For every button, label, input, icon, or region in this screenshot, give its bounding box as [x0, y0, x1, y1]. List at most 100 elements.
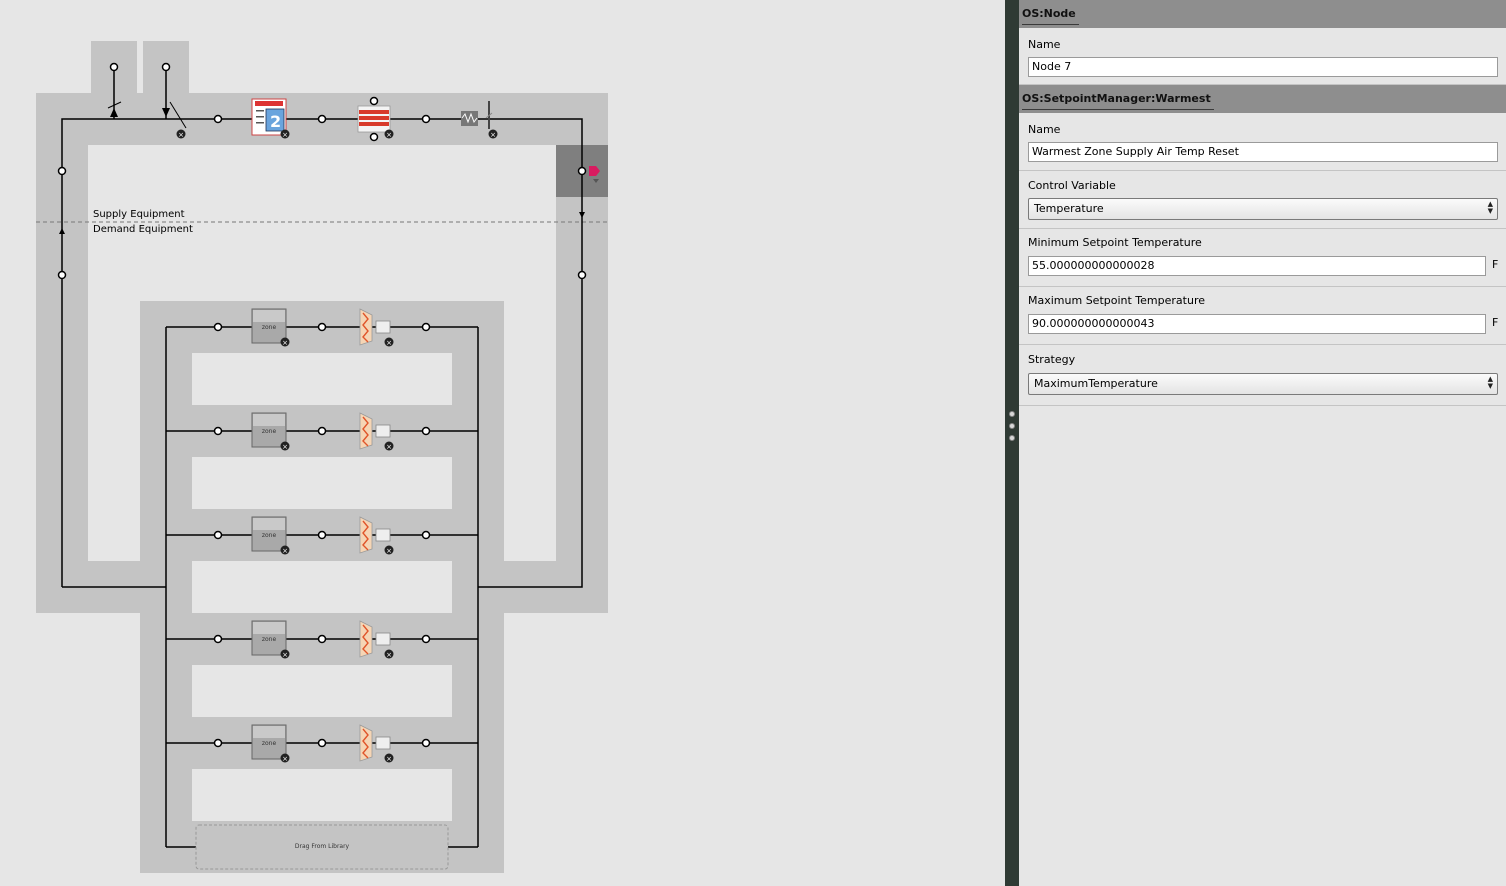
remove-glyph: × [282, 547, 288, 555]
control-variable-label: Control Variable [1028, 179, 1116, 192]
max-setpoint-unit: F [1492, 316, 1499, 329]
coil-water-node[interactable] [369, 132, 379, 142]
branch-node[interactable] [317, 738, 327, 748]
spm-name-input[interactable]: Warmest Zone Supply Air Temp Reset [1028, 142, 1498, 162]
max-setpoint-label: Maximum Setpoint Temperature [1028, 294, 1205, 307]
supply-equipment-label: Supply Equipment [93, 209, 185, 220]
min-setpoint-field: Minimum Setpoint Temperature 55.00000000… [1019, 229, 1506, 287]
branch-node[interactable] [421, 322, 431, 332]
zone-label: zone [262, 428, 277, 435]
branch-node[interactable] [317, 426, 327, 436]
outdoor-air-system-icon[interactable]: 2 [251, 98, 287, 136]
branch-node[interactable] [213, 738, 223, 748]
splitter-grip-icon[interactable] [1009, 423, 1015, 429]
strategy-label: Strategy [1028, 353, 1076, 366]
splitter-grip-icon[interactable] [1009, 411, 1015, 417]
demand-equipment-label: Demand Equipment [93, 224, 193, 235]
thermal-zone-icon[interactable]: zone [251, 620, 287, 656]
svg-text:×: × [386, 131, 392, 139]
branch-node[interactable] [213, 426, 223, 436]
control-variable-value: Temperature [1034, 202, 1104, 215]
svg-text:2: 2 [270, 112, 281, 131]
branch-slot [192, 457, 452, 509]
branch-node[interactable] [421, 426, 431, 436]
zone-label: zone [262, 324, 277, 331]
demand-node[interactable] [577, 270, 587, 280]
control-variable-field: Control Variable Temperature ▲ ▼ [1019, 171, 1506, 229]
inspector-panel: OS:Node Name Node 7 OS:SetpointManager:W… [1019, 0, 1506, 886]
zone-highlight [253, 726, 285, 738]
node-name-input[interactable]: Node 7 [1028, 57, 1498, 77]
terminal-box [375, 632, 391, 646]
max-setpoint-field: Maximum Setpoint Temperature 90.00000000… [1019, 287, 1506, 345]
zone-highlight [253, 622, 285, 634]
node-7[interactable] [577, 166, 587, 176]
strategy-select[interactable]: MaximumTemperature ▲ ▼ [1028, 373, 1498, 395]
terminal-box [375, 736, 391, 750]
strategy-field: Strategy MaximumTemperature ▲ ▼ [1019, 345, 1506, 406]
air-loop-diagram: 2 × × × × zone × × zone × × zone × × zone × × zone [36, 41, 608, 873]
branch-slot [192, 665, 452, 717]
drag-from-library-label: Drag From Library [294, 843, 350, 850]
remove-glyph: × [386, 755, 392, 763]
branch-slot [192, 353, 452, 405]
branch-node[interactable] [421, 738, 431, 748]
branch-node[interactable] [421, 530, 431, 540]
branch-node[interactable] [317, 322, 327, 332]
branch-node[interactable] [421, 634, 431, 644]
svg-text:×: × [178, 131, 184, 139]
terminal-box [375, 424, 391, 438]
branch-slot [192, 561, 452, 613]
max-setpoint-input[interactable]: 90.000000000000043 [1028, 314, 1486, 334]
node-name-label: Name [1028, 38, 1061, 51]
spm-section-header: OS:SetpointManager:Warmest [1019, 85, 1506, 113]
supply-node[interactable] [421, 114, 431, 124]
spm-name-label: Name [1028, 123, 1061, 136]
coil-water-node[interactable] [369, 96, 379, 106]
branch-node[interactable] [213, 634, 223, 644]
spm-name-field: Name Warmest Zone Supply Air Temp Reset [1019, 113, 1506, 171]
dropdown-arrows-icon: ▲ ▼ [1487, 375, 1493, 390]
thermal-zone-icon[interactable]: zone [251, 412, 287, 448]
node-section-title: OS:Node [1022, 7, 1079, 25]
remove-glyph: × [386, 339, 392, 347]
zone-highlight [253, 414, 285, 426]
splitter-grip-icon[interactable] [1009, 435, 1015, 441]
relief-node[interactable] [161, 62, 171, 72]
zone-label: zone [262, 532, 277, 539]
branch-slot [192, 769, 452, 821]
supply-node[interactable] [57, 166, 67, 176]
thermal-zone-icon[interactable]: zone [251, 516, 287, 552]
oa-node[interactable] [109, 62, 119, 72]
remove-glyph: × [386, 547, 392, 555]
branch-node[interactable] [213, 322, 223, 332]
branch-node[interactable] [213, 530, 223, 540]
terminal-box [375, 528, 391, 542]
thermal-zone-icon[interactable]: zone [251, 308, 287, 344]
remove-glyph: × [386, 443, 392, 451]
remove-glyph: × [282, 651, 288, 659]
branch-node[interactable] [317, 530, 327, 540]
spm-section-title: OS:SetpointManager:Warmest [1022, 92, 1214, 110]
terminal-box [375, 320, 391, 334]
remove-glyph: × [282, 443, 288, 451]
supply-node[interactable] [213, 114, 223, 124]
control-variable-select[interactable]: Temperature ▲ ▼ [1028, 198, 1498, 220]
zone-label: zone [262, 740, 277, 747]
min-setpoint-label: Minimum Setpoint Temperature [1028, 236, 1202, 249]
thermal-zone-icon[interactable]: zone [251, 724, 287, 760]
remove-glyph: × [282, 339, 288, 347]
dropdown-arrows-icon: ▲ ▼ [1487, 200, 1493, 215]
node-section-header: OS:Node [1019, 0, 1506, 28]
demand-node[interactable] [57, 270, 67, 280]
node-name-field: Name Node 7 [1019, 28, 1506, 85]
hvac-loop-canvas[interactable]: 2 × × × × zone × × zone × × zone × × zone × × zone [0, 0, 1005, 886]
zone-highlight [253, 518, 285, 530]
supply-node[interactable] [317, 114, 327, 124]
branch-node[interactable] [317, 634, 327, 644]
strategy-value: MaximumTemperature [1034, 377, 1158, 390]
panel-splitter[interactable] [1005, 0, 1019, 886]
min-setpoint-input[interactable]: 55.000000000000028 [1028, 256, 1486, 276]
remove-glyph: × [282, 755, 288, 763]
heating-coil-icon[interactable] [357, 105, 391, 133]
